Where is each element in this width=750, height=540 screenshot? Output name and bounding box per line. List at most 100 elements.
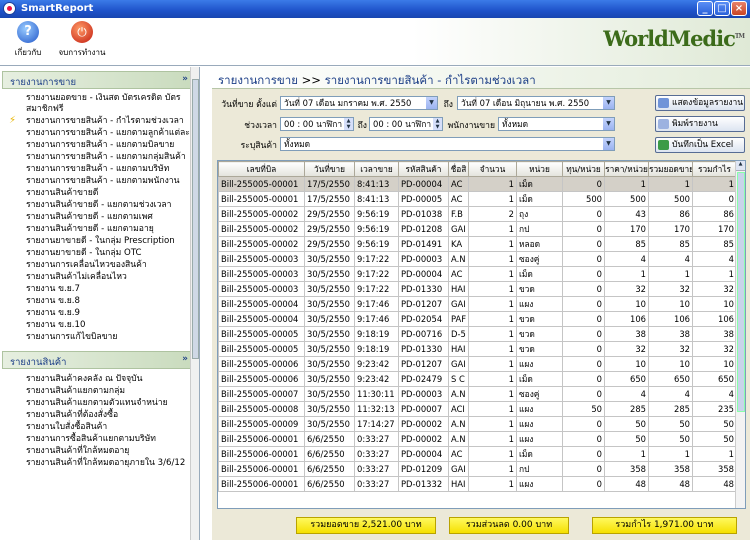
table-cell: 30/5/2550 xyxy=(304,371,355,387)
date-from-value: วันที่ 07 เดือน มกราคม พ.ศ. 2550 xyxy=(284,98,412,108)
sidebar-report-item[interactable]: รายงานสินค้าแยกตามตัวแทนจำหน่าย xyxy=(0,397,199,409)
dropdown-arrow-icon[interactable]: ▼ xyxy=(603,138,614,150)
sidebar-report-item[interactable]: รายงาน ข.ย.10 xyxy=(0,319,199,331)
sidebar-report-item[interactable]: รายงาน ข.ย.8 xyxy=(0,295,199,307)
table-row[interactable]: Bill-255005-00009 30/5/2550 17:14:27 PD-000… xyxy=(218,416,737,432)
table-row[interactable]: Bill-255006-00001 6/6/2550 0:33:27 PD-00004… xyxy=(218,446,737,462)
collapse-icon[interactable]: » xyxy=(182,354,188,364)
sidebar-report-item[interactable]: รายงานสินค้าไม่เคลื่อนไหว xyxy=(0,271,199,283)
sidebar-report-item[interactable]: รายงานสินค้าขายดี - แยกตามอายุ xyxy=(0,223,199,235)
table-cell: AC xyxy=(448,446,469,462)
export-excel-button[interactable]: บันทึกเป็น Excel xyxy=(655,137,745,153)
table-row[interactable]: Bill-255005-00001 17/5/2550 8:41:13 PD-0000… xyxy=(218,176,737,192)
section-sales-header[interactable]: รายงานการขาย » xyxy=(2,71,197,89)
table-row[interactable]: Bill-255005-00008 30/5/2550 11:32:13 PD-000… xyxy=(218,401,737,417)
collapse-icon[interactable]: » xyxy=(182,74,188,84)
time-to-spinner[interactable]: 00 : 00 นาฬิกา ▲ ▼ xyxy=(369,117,443,131)
column-header[interactable]: รวมยอดขาย xyxy=(648,161,693,177)
table-row[interactable]: Bill-255006-00001 6/6/2550 0:33:27 PD-00002… xyxy=(218,431,737,447)
exit-button[interactable]: ⏻ จบการทำงาน xyxy=(52,21,112,59)
sidebar-report-item[interactable]: รายงานยาขายดี - ในกลุ่ม Prescription xyxy=(0,235,199,247)
sidebar-report-item[interactable]: รายงานสินค้าขายดี - แยกตามช่วงเวลา xyxy=(0,199,199,211)
scroll-up-icon[interactable]: ▲ xyxy=(736,161,745,171)
scrollbar-thumb[interactable] xyxy=(192,79,199,359)
column-header[interactable]: ชื่อสิ xyxy=(448,161,469,177)
sidebar-report-item[interactable]: รายงานการขายสินค้า - แยกตามบิลขาย xyxy=(0,139,199,151)
close-button[interactable]: × xyxy=(731,1,747,16)
time-from-spinner[interactable]: 00 : 00 นาฬิกา ▲ ▼ xyxy=(280,117,354,131)
title-bar: SmartReport _ □ × xyxy=(0,0,750,18)
table-scrollbar[interactable]: ▲ xyxy=(735,161,745,508)
sidebar-report-item[interactable]: รายงาน ข.ย.9 xyxy=(0,307,199,319)
table-row[interactable]: Bill-255005-00006 30/5/2550 9:23:42 PD-0247… xyxy=(218,371,737,387)
table-row[interactable]: Bill-255005-00006 30/5/2550 9:23:42 PD-0120… xyxy=(218,356,737,372)
table-row[interactable]: Bill-255005-00002 29/5/2550 9:56:19 PD-0149… xyxy=(218,236,737,252)
sidebar-report-item[interactable]: รายงานสินค้าขายดี xyxy=(0,187,199,199)
table-row[interactable]: Bill-255005-00003 30/5/2550 9:17:22 PD-0133… xyxy=(218,281,737,297)
sidebar-report-item[interactable]: รายงานการเคลื่อนไหวของสินค้า xyxy=(0,259,199,271)
about-button[interactable]: ? เกี่ยวกับ xyxy=(8,21,48,59)
sidebar-report-item[interactable]: รายงานสินค้าที่ใกล้หมดอายุภายใน 3/6/12 xyxy=(0,457,199,469)
staff-select[interactable]: ทั้งหมด ▼ xyxy=(498,117,615,131)
sidebar-report-item[interactable]: รายงานสินค้าคงคลัง ณ ปัจจุบัน xyxy=(0,373,199,385)
show-report-button[interactable]: แสดงข้อมูลรายงาน xyxy=(655,95,745,111)
table-row[interactable]: Bill-255005-00002 29/5/2550 9:56:19 PD-0103… xyxy=(218,206,737,222)
sidebar-report-item[interactable]: รายงานการขายสินค้า - แยกตามบริษัท xyxy=(0,163,199,175)
column-header[interactable]: ราคา/หน่วย xyxy=(604,161,649,177)
date-from-picker[interactable]: วันที่ 07 เดือน มกราคม พ.ศ. 2550 ▼ xyxy=(280,96,438,110)
column-header[interactable]: รหัสสินค้า xyxy=(398,161,449,177)
sidebar-report-item[interactable]: รายงานสินค้าที่ต้องสั่งซื้อ xyxy=(0,409,199,421)
product-select[interactable]: ทั้งหมด ▼ xyxy=(280,137,615,151)
dropdown-arrow-icon[interactable]: ▼ xyxy=(603,118,614,130)
spinner-arrows-icon[interactable]: ▲ ▼ xyxy=(344,118,353,130)
date-to-picker[interactable]: วันที่ 07 เดือน มิถุนายน พ.ศ. 2550 ▼ xyxy=(457,96,615,110)
sidebar-report-item[interactable]: รายงานยอดขาย - เงินสด บัตรเครดิต บัตรสมา… xyxy=(0,93,199,115)
sidebar-report-item[interactable]: รายงานการขายสินค้า - แยกตามลูกค้าแต่ละรา… xyxy=(0,127,199,139)
sidebar-report-item[interactable]: รายงานสินค้าแยกตามกลุ่ม xyxy=(0,385,199,397)
table-cell: 4 xyxy=(692,386,737,402)
scrollbar-thumb[interactable] xyxy=(737,172,745,412)
table-cell: 30/5/2550 xyxy=(304,326,355,342)
spinner-arrows-icon[interactable]: ▲ ▼ xyxy=(433,118,442,130)
table-row[interactable]: Bill-255005-00005 30/5/2550 9:18:19 PD-0133… xyxy=(218,341,737,357)
table-row[interactable]: Bill-255005-00004 30/5/2550 9:17:46 PD-0120… xyxy=(218,296,737,312)
table-row[interactable]: Bill-255005-00003 30/5/2550 9:17:22 PD-0000… xyxy=(218,251,737,267)
table-cell: 32 xyxy=(604,281,649,297)
column-header[interactable]: ทุน/หน่วย xyxy=(562,161,605,177)
sidebar-report-item[interactable]: รายงานการขายสินค้า - แยกตามกลุ่มสินค้า xyxy=(0,151,199,163)
sidebar-report-item[interactable]: รายงานสินค้าขายดี - แยกตามเพศ xyxy=(0,211,199,223)
dropdown-arrow-icon[interactable]: ▼ xyxy=(603,97,614,109)
sidebar-report-item[interactable]: ⚡ รายงานการขายสินค้า - กำไรตามช่วงเวลา xyxy=(0,115,199,127)
table-row[interactable]: Bill-255005-00003 30/5/2550 9:17:22 PD-0000… xyxy=(218,266,737,282)
minimize-button[interactable]: _ xyxy=(697,1,713,16)
sidebar-report-item[interactable]: รายงานการขายสินค้า - แยกตามพนักงาน xyxy=(0,175,199,187)
column-header[interactable]: เวลาขาย xyxy=(354,161,399,177)
section-products-header[interactable]: รายงานสินค้า » xyxy=(2,351,197,369)
column-header[interactable]: วันที่ขาย xyxy=(304,161,355,177)
sidebar-report-item[interactable]: รายงานสินค้าที่ใกล้หมดอายุ xyxy=(0,445,199,457)
column-header[interactable]: หน่วย xyxy=(516,161,563,177)
table-cell: 38 xyxy=(648,326,693,342)
table-row[interactable]: Bill-255005-00007 30/5/2550 11:30:11 PD-000… xyxy=(218,386,737,402)
table-row[interactable]: Bill-255006-00001 6/6/2550 0:33:27 PD-01209… xyxy=(218,461,737,477)
table-row[interactable]: Bill-255005-00002 29/5/2550 9:56:19 PD-0120… xyxy=(218,221,737,237)
sidebar-report-item[interactable]: รายงานการแก้ไขบิลขาย xyxy=(0,331,199,343)
dropdown-arrow-icon[interactable]: ▼ xyxy=(426,97,437,109)
sidebar-report-item[interactable]: รายงานยาขายดี - ในกลุ่ม OTC xyxy=(0,247,199,259)
table-cell: 30/5/2550 xyxy=(304,296,355,312)
column-header[interactable]: รวมกำไร xyxy=(692,161,737,177)
maximize-button[interactable]: □ xyxy=(714,1,730,16)
sidebar-report-item[interactable]: รายงาน ข.ย.7 xyxy=(0,283,199,295)
staff-value: ทั้งหมด xyxy=(502,119,529,129)
sidebar-report-item[interactable]: รายงานใบสั่งซื้อสินค้า xyxy=(0,421,199,433)
table-row[interactable]: Bill-255005-00005 30/5/2550 9:18:19 PD-0071… xyxy=(218,326,737,342)
table-cell: 9:23:42 xyxy=(354,371,399,387)
sidebar-report-item[interactable]: รายงานการซื้อสินค้าแยกตามบริษัท xyxy=(0,433,199,445)
column-header[interactable]: จำนวน xyxy=(468,161,517,177)
column-header[interactable]: เลขที่บิล xyxy=(218,161,305,177)
sidebar-scrollbar[interactable] xyxy=(190,67,199,540)
table-row[interactable]: Bill-255005-00001 17/5/2550 8:41:13 PD-0000… xyxy=(218,191,737,207)
table-row[interactable]: Bill-255005-00004 30/5/2550 9:17:46 PD-0205… xyxy=(218,311,737,327)
table-row[interactable]: Bill-255006-00001 6/6/2550 0:33:27 PD-01332… xyxy=(218,476,737,492)
print-report-button[interactable]: พิมพ์รายงาน xyxy=(655,116,745,132)
